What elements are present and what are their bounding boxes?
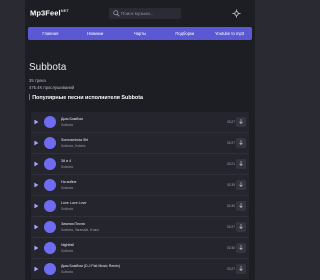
search-input[interactable] — [121, 8, 179, 19]
track-title[interactable]: На войне — [61, 180, 76, 184]
track-title[interactable]: Love Love Love — [61, 201, 86, 205]
track-cover — [44, 158, 56, 170]
track-title[interactable]: Somnambula 5ht — [61, 138, 88, 142]
chevron-down-icon — [239, 203, 243, 208]
gear-icon[interactable] — [232, 9, 241, 18]
track-title[interactable]: Дым Бомбом — [61, 117, 83, 121]
track-title[interactable]: 38 и 4 — [61, 159, 71, 163]
track-row[interactable]: 38 и 4 Subbota 03:21 — [31, 154, 249, 175]
track-cover — [44, 137, 56, 149]
tracks-count: 35 трека — [29, 78, 46, 83]
header: Mp3FeelNET — [25, 0, 255, 26]
play-icon[interactable] — [32, 265, 40, 273]
track-row[interactable]: Зимняя Песня Subbota, Лигалайз, Итака 02… — [31, 217, 249, 238]
track-duration: 02:27 — [227, 141, 235, 145]
track-row[interactable]: Nightfall Subbota 02:30 — [31, 238, 249, 259]
track-cover — [44, 179, 56, 191]
track-title[interactable]: Дым Бомбом (D.J Flat Music Remix) — [61, 264, 120, 268]
chevron-down-icon — [239, 182, 243, 187]
download-button[interactable] — [236, 222, 246, 232]
track-row[interactable]: Somnambula 5ht Subbota, Jinbeks 02:27 — [31, 133, 249, 154]
track-artist[interactable]: Subbota, Jinbeks — [61, 144, 85, 148]
track-duration: 02:39 — [227, 183, 235, 187]
download-button[interactable] — [236, 159, 246, 169]
download-button[interactable] — [236, 117, 246, 127]
track-cover — [44, 200, 56, 212]
play-icon[interactable] — [32, 202, 40, 210]
download-button[interactable] — [236, 243, 246, 253]
download-button[interactable] — [236, 201, 246, 211]
track-duration: 02:30 — [227, 204, 235, 208]
track-duration: 03:21 — [227, 162, 235, 166]
chevron-down-icon — [239, 161, 243, 166]
track-artist[interactable]: Subbota — [61, 207, 73, 211]
download-button[interactable] — [236, 264, 246, 274]
chevron-down-icon — [239, 140, 243, 145]
track-artist[interactable]: Subbota, Лигалайз, Итака — [61, 228, 99, 232]
search-box[interactable] — [109, 8, 181, 19]
play-icon[interactable] — [32, 139, 40, 147]
nav-item-collections[interactable]: Подборки — [162, 27, 207, 40]
plays-count: 476.4K прослушиваний — [29, 85, 75, 90]
chevron-down-icon — [239, 245, 243, 250]
track-artist[interactable]: Subbota — [61, 186, 73, 190]
track-artist[interactable]: Subbota — [61, 270, 73, 274]
play-icon[interactable] — [32, 244, 40, 252]
play-icon[interactable] — [32, 181, 40, 189]
section-marker — [29, 94, 31, 100]
search-icon[interactable] — [113, 10, 120, 17]
page-title: Subbota — [29, 62, 67, 73]
play-icon[interactable] — [32, 223, 40, 231]
track-row[interactable]: На войне Subbota 02:39 — [31, 175, 249, 196]
track-cover — [44, 116, 56, 128]
chevron-down-icon — [239, 119, 243, 124]
site-logo[interactable]: Mp3FeelNET — [30, 8, 69, 18]
nav-item-youtube-to-mp3[interactable]: Youtube to mp3 — [207, 27, 252, 40]
track-duration: 02:27 — [227, 225, 235, 229]
track-duration: 03:27 — [227, 120, 235, 124]
play-icon[interactable] — [32, 160, 40, 168]
chevron-down-icon — [239, 266, 243, 271]
track-duration: 03:27 — [227, 267, 235, 271]
track-artist[interactable]: Subbota — [61, 123, 73, 127]
track-cover — [44, 221, 56, 233]
track-cover — [44, 263, 56, 275]
nav-item-home[interactable]: Главная — [28, 27, 73, 40]
play-icon[interactable] — [32, 118, 40, 126]
track-row[interactable]: Дым Бомбом Subbota 03:27 — [31, 112, 249, 133]
track-cover — [44, 242, 56, 254]
nav-item-new[interactable]: Новинки — [73, 27, 118, 40]
track-duration: 02:30 — [227, 246, 235, 250]
chevron-down-icon — [239, 224, 243, 229]
download-button[interactable] — [236, 138, 246, 148]
track-title[interactable]: Зимняя Песня — [61, 222, 85, 226]
download-button[interactable] — [236, 180, 246, 190]
main-nav: Главная Новинки Чарты Подборки Youtube t… — [28, 27, 252, 40]
track-row[interactable]: Love Love Love Subbota 02:30 — [31, 196, 249, 217]
track-artist[interactable]: Subbota — [61, 165, 73, 169]
nav-item-charts[interactable]: Чарты — [118, 27, 163, 40]
track-title[interactable]: Nightfall — [61, 243, 74, 247]
track-artist[interactable]: Subbota — [61, 249, 73, 253]
track-row[interactable]: Дым Бомбом (D.J Flat Music Remix) Subbot… — [31, 259, 249, 279]
section-title: Популярные песни исполнителя Subbota — [29, 94, 143, 101]
page: Mp3FeelNET Главная Новинки Чарты Подборк… — [25, 0, 255, 280]
